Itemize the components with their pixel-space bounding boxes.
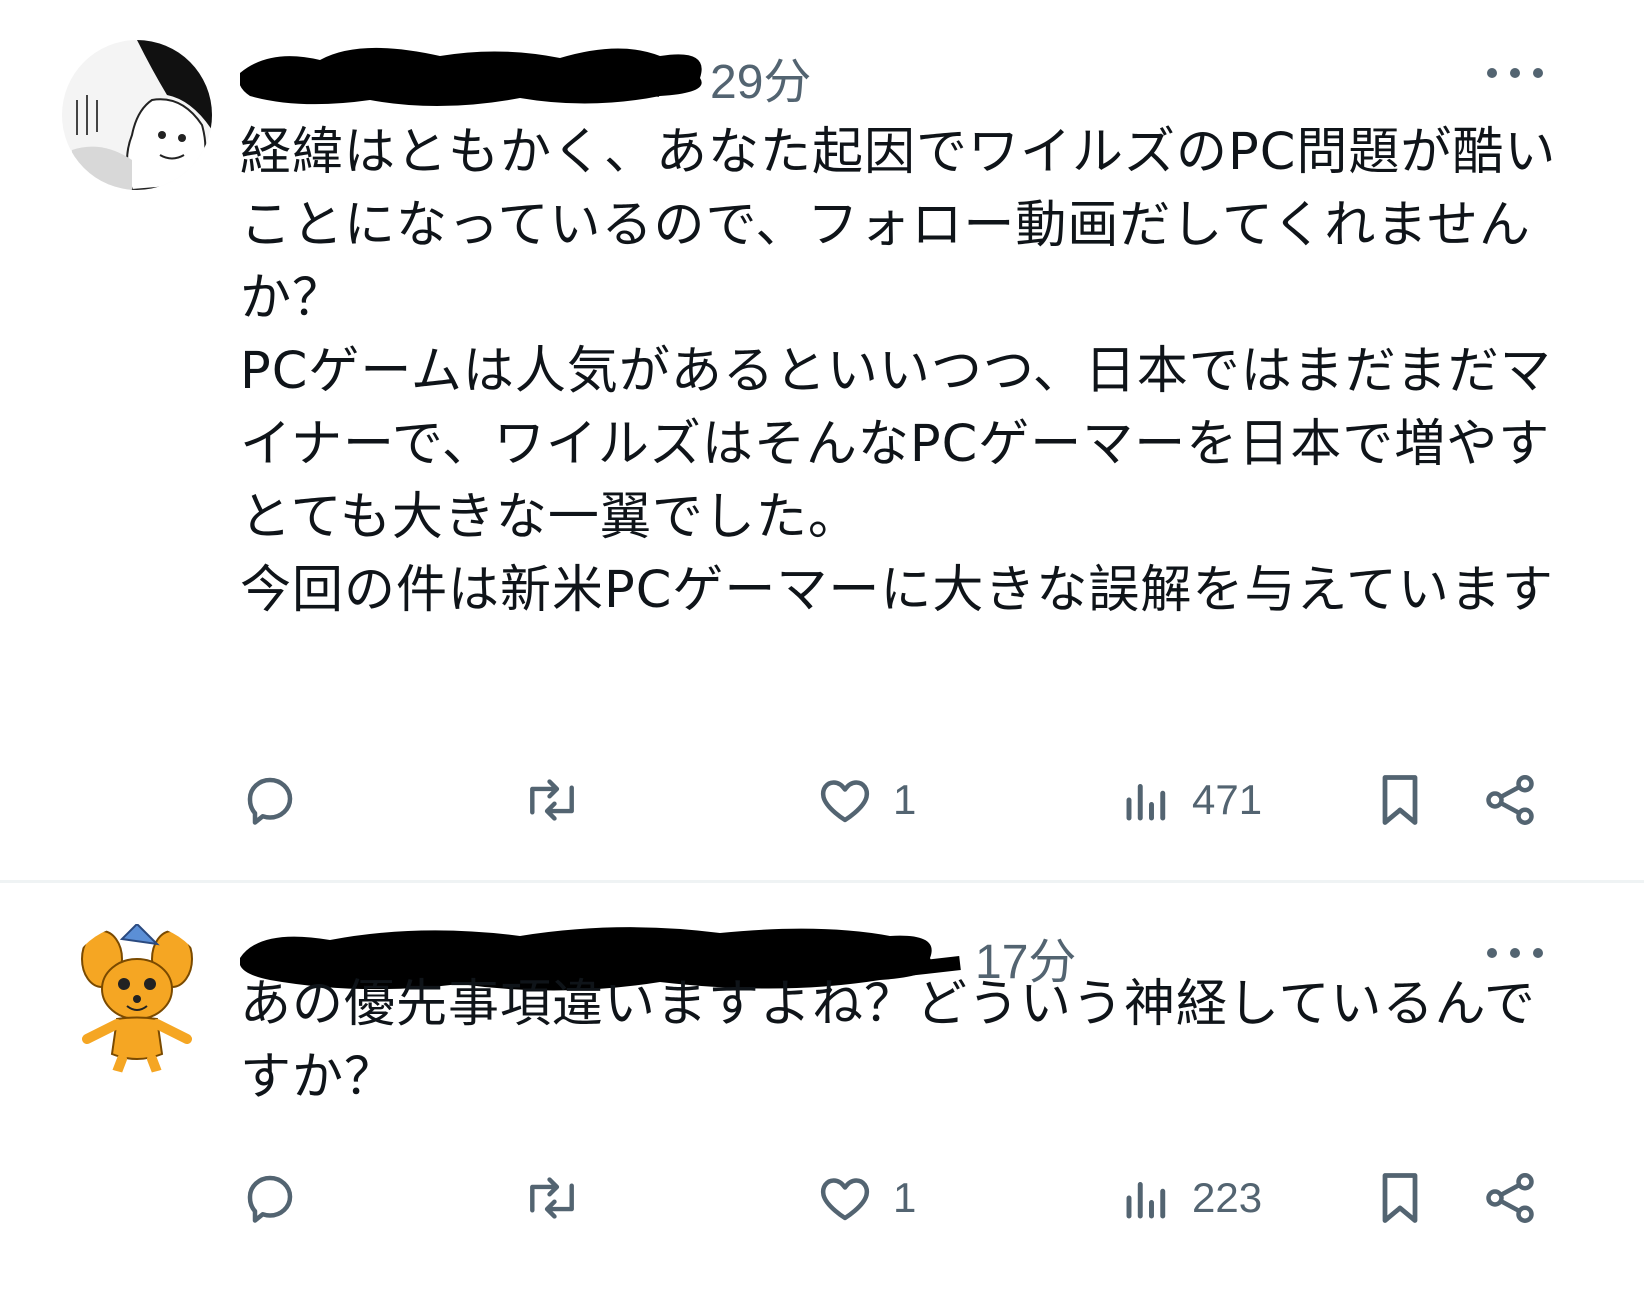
tweet[interactable]: 17分 あの優先事項違いますよね？どういう神経しているんですか？ 1 223	[0, 888, 1644, 1313]
share-icon	[1486, 1173, 1534, 1223]
retweet-icon	[530, 1177, 574, 1219]
mascot-avatar-image	[62, 924, 212, 1074]
avatar[interactable]	[62, 924, 212, 1074]
views-icon	[1126, 784, 1166, 821]
more-options-button[interactable]	[1480, 48, 1550, 98]
share-icon	[1486, 775, 1534, 825]
tweet-divider	[0, 880, 1644, 883]
like-button[interactable]: 1	[815, 1158, 916, 1238]
like-icon	[820, 780, 870, 823]
reply-button[interactable]	[240, 760, 318, 840]
retweet-icon	[530, 779, 574, 821]
views-button[interactable]: 471	[1120, 760, 1262, 840]
views-count: 223	[1192, 1174, 1263, 1221]
like-button[interactable]: 1	[815, 760, 916, 840]
tweet[interactable]: 29分 経緯はともかく、あなた起因でワイルズのPC問題が酷いことになっているので…	[0, 0, 1644, 880]
tweet-actions: 1 223	[240, 1158, 1590, 1238]
like-count: 1	[893, 776, 917, 823]
tweet-text: あの優先事項違いますよね？どういう神経しているんですか？	[240, 975, 1536, 1107]
share-button[interactable]	[1480, 760, 1540, 840]
share-button[interactable]	[1480, 1158, 1540, 1238]
retweet-button[interactable]	[520, 1158, 602, 1238]
avatar[interactable]	[62, 40, 212, 190]
reply-icon	[247, 1175, 293, 1223]
bookmark-icon	[1382, 1173, 1418, 1223]
more-icon	[1487, 68, 1543, 78]
retweet-button[interactable]	[520, 760, 602, 840]
reply-button[interactable]	[240, 1158, 318, 1238]
bookmark-button[interactable]	[1370, 760, 1430, 840]
reply-icon	[247, 777, 293, 825]
views-icon	[1126, 1182, 1166, 1219]
like-count: 1	[893, 1174, 917, 1221]
tweet-actions: 1 471	[240, 760, 1590, 840]
tweet-header: 29分	[240, 38, 1543, 109]
bookmark-button[interactable]	[1370, 1158, 1430, 1238]
tweet-text: 経緯はともかく、あなた起因でワイルズのPC問題が酷いことになっているので、フォロ…	[240, 123, 1557, 620]
manga-avatar-image	[62, 40, 212, 190]
timestamp[interactable]: 29分	[710, 42, 811, 112]
views-button[interactable]: 223	[1120, 1158, 1262, 1238]
views-count: 471	[1192, 776, 1263, 823]
like-icon	[820, 1178, 870, 1221]
bookmark-icon	[1382, 775, 1418, 825]
redacted-username	[240, 47, 702, 107]
